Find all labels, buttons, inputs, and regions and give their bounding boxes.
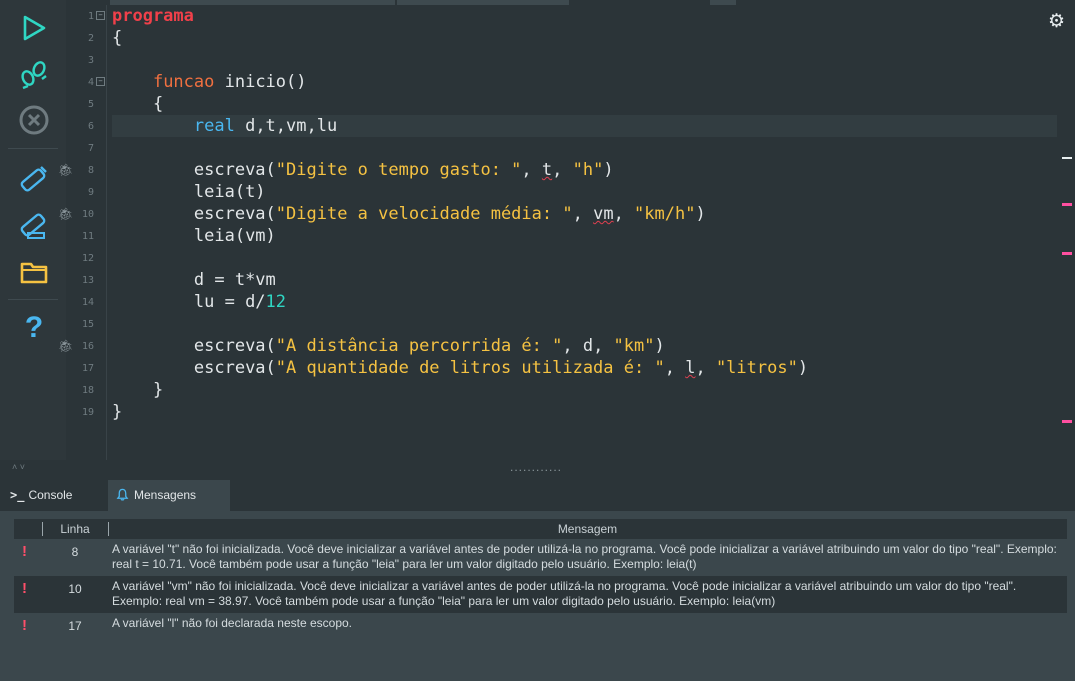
usb-config-icon [20, 213, 46, 239]
gutter-line: 11 [81, 231, 94, 242]
terminal-icon: >_ [10, 488, 25, 502]
gutter-line: 12 [81, 253, 94, 264]
left-toolbar: ? [0, 0, 66, 470]
usb-config-button[interactable] [14, 205, 54, 245]
toolbar-divider [8, 299, 58, 300]
warning-icon: ! [22, 543, 27, 560]
fold-toggle-icon[interactable]: − [96, 77, 105, 86]
bell-icon [116, 488, 129, 501]
code-line: funcao inicio() [152, 72, 307, 92]
stop-icon [19, 105, 49, 135]
code-line: leia(t) [193, 182, 266, 202]
row-message: A variável "t" não foi inicializada. Voc… [112, 542, 1057, 571]
gutter-line: 13 [81, 275, 94, 286]
gutter-line: 1− [66, 5, 106, 27]
table-row[interactable]: ! 8 A variável "t" não foi inicializada.… [14, 539, 1067, 576]
row-line: 17 [68, 619, 82, 633]
tab-messages-label: Mensagens [134, 488, 197, 502]
gutter-line: 7 [87, 143, 94, 154]
bug-icon[interactable]: 🐞︎ [58, 339, 73, 353]
error-marker[interactable] [1062, 203, 1072, 206]
warning-icon: ! [22, 580, 27, 597]
messages-table: Linha Mensagem ! 8 A variável "t" não fo… [14, 519, 1067, 639]
toolbar-divider [8, 148, 58, 149]
settings-gear-icon[interactable]: ⚙ [1048, 10, 1065, 33]
header-line[interactable]: Linha [42, 519, 108, 539]
code-line: d = t*vm [193, 270, 276, 290]
open-folder-button[interactable] [14, 252, 54, 292]
header-message[interactable]: Mensagem [108, 519, 1067, 539]
step-debug-button[interactable] [14, 54, 54, 94]
error-marker[interactable] [1062, 420, 1072, 423]
gutter-line: 2 [87, 33, 94, 44]
code-line: lu = d/12 [193, 292, 287, 312]
gutter-line: 14 [81, 297, 94, 308]
error-underline[interactable]: l [685, 358, 695, 378]
row-line: 10 [68, 582, 82, 596]
gutter-line: 18 [81, 385, 94, 396]
bottom-tab-bar: >_ Console Mensagens [0, 480, 1075, 511]
gutter-line: 17 [81, 363, 94, 374]
tab-console-label: Console [28, 488, 73, 502]
row-message: A variável "vm" não foi inicializada. Vo… [112, 579, 1017, 608]
help-button[interactable]: ? [14, 308, 54, 348]
code-line: programa [112, 6, 194, 26]
usb-device-icon [20, 166, 47, 192]
step-debug-icon [21, 61, 47, 90]
gutter-line: 19 [81, 407, 94, 418]
code-line: { [112, 28, 123, 48]
bug-icon[interactable]: 🐞︎ [58, 207, 73, 221]
line-number-gutter: 1− 2 3 4− 5 6 7 🐞︎ 8 9 🐞︎ 10 11 12 13 14 1… [58, 5, 106, 460]
usb-device-button[interactable] [14, 158, 54, 198]
header-icon-column [14, 519, 42, 539]
bug-icon[interactable]: 🐞︎ [58, 163, 73, 177]
folder-icon [20, 262, 48, 284]
error-underline[interactable]: t [542, 160, 552, 180]
drag-handle-icon[interactable]: ............ [510, 460, 562, 474]
gutter-line: 3 [87, 55, 94, 66]
gutter-line: 5 [87, 99, 94, 110]
row-message: A variável "l" não foi declarada neste e… [112, 616, 352, 630]
code-editor[interactable]: programa { funcao inicio() { real d,t,vm… [107, 5, 1060, 460]
run-icon [23, 15, 46, 41]
code-line: escreva("A distância percorrida é: ", d,… [193, 336, 665, 356]
gutter-line: 15 [81, 319, 94, 330]
code-line: { [152, 94, 164, 114]
code-line: } [112, 402, 123, 422]
gutter-line: 🐞︎ 16 [58, 339, 94, 353]
collapse-arrows-icon[interactable]: ˄ ˅ [12, 462, 25, 472]
gutter-line: 9 [87, 187, 94, 198]
code-line: escreva("Digite a velocidade média: ", v… [193, 204, 706, 224]
code-line: escreva("Digite o tempo gasto: ", t, "h"… [193, 160, 614, 180]
code-line: } [152, 380, 164, 400]
scroll-position-marker[interactable] [1062, 157, 1072, 159]
warning-icon: ! [22, 617, 27, 634]
gutter-line: 🐞︎ 8 [58, 163, 94, 177]
panel-splitter[interactable]: ˄ ˅ ............ [0, 460, 1075, 480]
tab-console[interactable]: >_ Console [10, 480, 100, 511]
tab-messages[interactable]: Mensagens [108, 480, 230, 511]
table-row[interactable]: ! 10 A variável "vm" não foi inicializad… [14, 576, 1067, 613]
fold-toggle-icon[interactable]: − [96, 11, 105, 20]
run-button[interactable] [14, 8, 54, 48]
gutter-line: 6 [87, 121, 94, 132]
row-line: 8 [71, 545, 79, 559]
gutter-line: 4− [66, 71, 106, 93]
table-row[interactable]: ! 17 A variável "l" não foi declarada ne… [14, 613, 1067, 639]
gutter-line: 🐞︎ 10 [58, 207, 94, 221]
messages-panel: Linha Mensagem ! 8 A variável "t" não fo… [0, 511, 1075, 681]
stop-button[interactable] [14, 100, 54, 140]
error-underline[interactable]: vm [593, 204, 613, 224]
code-line: escreva("A quantidade de litros utilizad… [193, 358, 809, 378]
code-line: leia(vm) [193, 226, 276, 246]
error-marker[interactable] [1062, 252, 1072, 255]
help-icon: ? [24, 311, 44, 344]
table-header: Linha Mensagem [14, 519, 1067, 539]
current-code-line: real d,t,vm,lu [112, 115, 1057, 137]
